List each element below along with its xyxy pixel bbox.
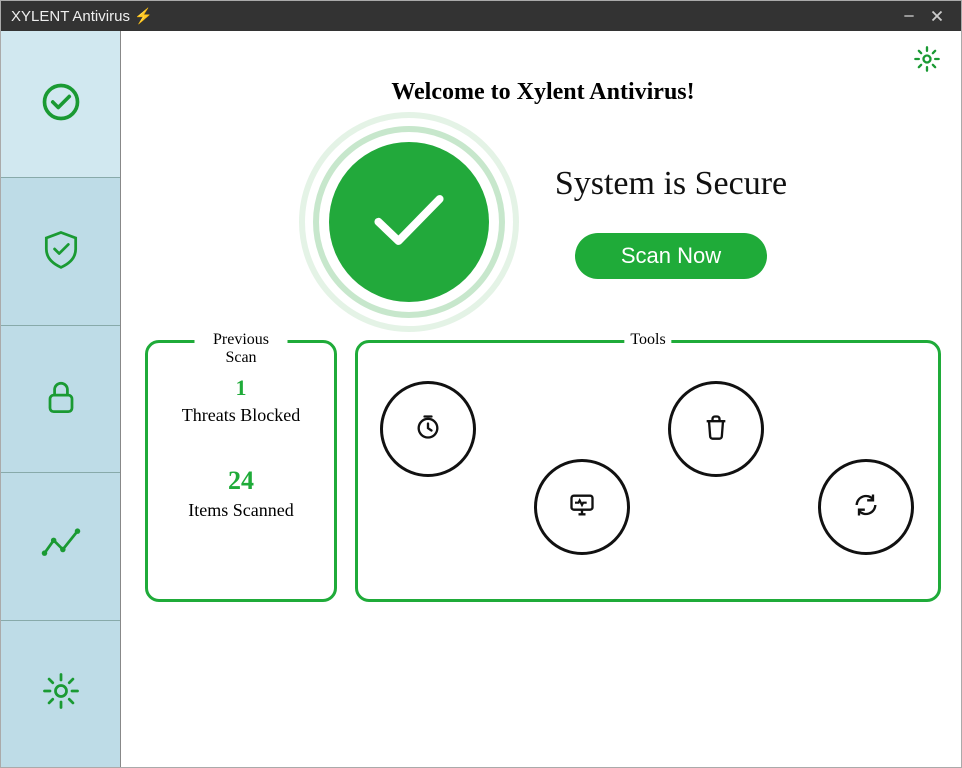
check-circle-icon [39,80,83,129]
trash-icon [702,413,730,446]
refresh-tool-button[interactable] [818,459,914,555]
tools-legend: Tools [624,331,671,349]
hero-right: System is Secure Scan Now [555,165,787,279]
window-title-text: XYLENT Antivirus [11,8,130,25]
scan-now-button[interactable]: Scan Now [575,233,767,279]
monitor-tool-button[interactable] [534,459,630,555]
refresh-icon [852,491,880,524]
sidebar-item-activity[interactable] [1,473,120,620]
trash-tool-button[interactable] [668,381,764,477]
welcome-heading: Welcome to Xylent Antivirus! [145,79,941,106]
app-window: XYLENT Antivirus ⚡ [0,0,962,768]
main-content: Welcome to Xylent Antivirus! System is S… [121,31,961,767]
status-text: System is Secure [555,165,787,203]
items-scanned-value: 24 [166,466,316,496]
shield-check-icon [39,227,83,276]
sidebar-item-dashboard[interactable] [1,31,120,178]
window-body: Welcome to Xylent Antivirus! System is S… [1,31,961,767]
items-scanned-label: Items Scanned [166,500,316,521]
monitor-heart-icon [568,491,596,524]
panels-row: Previous Scan 1 Threats Blocked 24 Items… [145,340,941,602]
window-title: XYLENT Antivirus ⚡ [11,7,153,25]
lock-icon [39,375,83,424]
settings-button[interactable] [913,45,941,78]
previous-scan-panel: Previous Scan 1 Threats Blocked 24 Items… [145,340,337,602]
sidebar [1,31,121,767]
timer-icon [414,413,442,446]
gear-icon [39,669,83,718]
tools-panel: Tools [355,340,941,602]
sidebar-item-protection[interactable] [1,178,120,325]
bolt-icon: ⚡ [134,7,153,25]
threats-blocked-label: Threats Blocked [166,405,316,426]
titlebar: XYLENT Antivirus ⚡ [1,1,961,31]
minimize-button[interactable] [895,2,923,30]
previous-scan-legend: Previous Scan [195,331,288,367]
timer-tool-button[interactable] [380,381,476,477]
activity-line-icon [39,522,83,571]
sidebar-item-settings[interactable] [1,621,120,767]
status-badge [299,112,519,332]
gear-icon [913,60,941,77]
close-button[interactable] [923,2,951,30]
check-icon [364,185,454,260]
hero-section: System is Secure Scan Now [145,112,941,332]
sidebar-item-privacy[interactable] [1,326,120,473]
threats-blocked-value: 1 [166,375,316,401]
